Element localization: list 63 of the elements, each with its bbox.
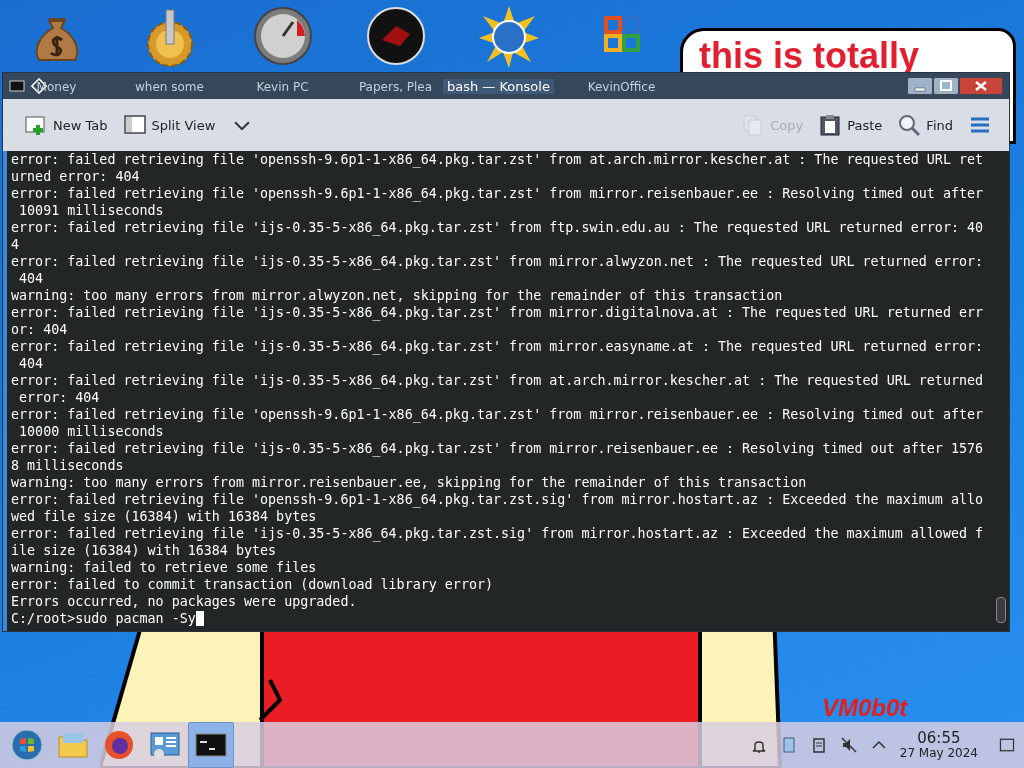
terminal-line: error: failed retrieving file 'ijs-0.35-5-x86_64.pkg.tar.zst' from ftp.swin.edu.au : The requested URL returned error: 40 — [11, 219, 985, 236]
terminal-line: 10091 milliseconds — [18, 202, 165, 219]
desktop-icon-label[interactable]: when some — [135, 80, 204, 94]
text-cursor — [195, 611, 204, 626]
terminal-line: 404 — [18, 355, 45, 372]
terminal-line: ile size (16384) with 16384 bytes — [11, 542, 278, 559]
terminal-line: error: failed retrieving file 'openssh-9.6p1-1-x86_64.pkg.tar.zst' from mirror.reisenbauer.ee : Resolving timed out after — [11, 185, 985, 202]
terminal-line: 10000 milliseconds — [18, 423, 165, 440]
window-title: bash — Konsole — [443, 78, 554, 94]
clock-date: 27 May 2024 — [899, 746, 978, 760]
note-text: this is totally — [699, 35, 921, 77]
split-view-icon — [123, 114, 146, 136]
clock-time: 06:55 — [917, 730, 961, 747]
clock[interactable]: 06:55 27 May 2024 — [899, 730, 978, 760]
signature-text: VM0b0t — [822, 694, 908, 722]
terminal-line: urned error: 404 — [11, 168, 141, 185]
terminal-icon — [9, 78, 25, 94]
find-icon — [898, 114, 921, 136]
new-tab-button[interactable]: New Tab — [19, 110, 114, 140]
taskbar-app-button[interactable] — [188, 722, 234, 768]
terminal-line: error: failed retrieving file 'ijs-0.35-5-x86_64.pkg.tar.zst' from mirror.reisenbauer.ee : Resolving timed out after 1576 — [11, 440, 985, 457]
find-button[interactable]: Find — [892, 110, 959, 140]
terminal-line: 404 — [18, 270, 45, 287]
terminal-line: Errors occurred, no packages were upgraded. — [11, 593, 358, 610]
gauge-icon[interactable] — [252, 6, 313, 68]
terminal-line: wed file size (16384) with 16384 bytes — [11, 508, 318, 525]
terminal-line: error: failed retrieving file 'openssh-9.6p1-1-x86_64.pkg.tar.zst' from at.arch.mirror.kescher.at : The requested URL ret — [11, 151, 985, 168]
sun-globe-icon[interactable] — [478, 6, 539, 68]
command-prompt: C:/root>sudo pacman -Sy — [11, 611, 196, 626]
terminal[interactable] — [3, 151, 1009, 631]
terminal-line: error: failed retrieving file 'openssh-9.6p1-1-x86_64.pkg.tar.zst' from mirror.reisenbauer.ee : Resolving timed out after — [11, 406, 985, 423]
terminal-line: error: failed retrieving file 'ijs-0.35-5-x86_64.pkg.tar.zst' from mirror.alwyzon.net : The requested URL returned error: — [11, 253, 985, 270]
desktop-icon-label[interactable]: KevinOffice — [587, 80, 656, 94]
terminal-line: error: failed to commit transaction (download library error) — [11, 576, 495, 593]
terminal-line: 8 milliseconds — [11, 457, 125, 474]
terminal-line: error: failed retrieving file 'ijs-0.35-5-x86_64.pkg.tar.zst' from at.arch.mirror.kescher.at : The requested URL returned — [11, 372, 985, 389]
terminal-line: warning: failed to retrieve some files — [11, 559, 318, 576]
paste-icon — [819, 114, 842, 136]
terminal-line: 4 — [11, 236, 21, 253]
start-icon — [11, 729, 43, 761]
maximize-button[interactable] — [933, 77, 959, 95]
terminal-line: error: failed retrieving file 'ijs-0.35-5-x86_64.pkg.tar.zst' from mirror.easyname.at : The requested URL returned error: — [11, 338, 985, 355]
new-tab-icon — [25, 114, 47, 136]
desktop-icon-label[interactable]: Kevin PC — [256, 80, 309, 94]
terminal-line: warning: too many errors from mirror.reisenbauer.ee, skipping for the remainder of this transaction — [11, 474, 808, 491]
terminal-line: or: 404 — [11, 321, 69, 338]
muted-speaker-icon[interactable] — [839, 736, 858, 754]
show-desktop-icon[interactable] — [998, 736, 1016, 754]
terminal-line: error: failed retrieving file 'ijs-0.35-5-x86_64.pkg.tar.zst.sig' from mirror.hostart.az : Exceeded the maximum allowed f — [11, 525, 985, 542]
terminal-line: warning: too many errors from mirror.alwyzon.net, skipping for the remainder of this transaction — [11, 287, 784, 304]
dark-disc-icon[interactable] — [365, 6, 426, 68]
desktop-icon-label[interactable]: Papers, Plea — [358, 80, 433, 94]
firefox-icon — [103, 729, 135, 761]
minimize-button[interactable] — [907, 77, 933, 95]
scrollbar-thumb[interactable] — [996, 597, 1006, 623]
terminal-line: error: 404 — [18, 389, 101, 406]
close-button[interactable] — [959, 77, 1003, 95]
terminal-line: error: failed retrieving file 'ijs-0.35-5-x86_64.pkg.tar.zst' from mirror.digitalnova.at : The requested URL returned err — [11, 304, 985, 321]
settings-icon — [149, 729, 181, 761]
paste-button[interactable]: Paste — [813, 110, 889, 140]
terminal-line: error: failed retrieving file 'openssh-9.6p1-1-x86_64.pkg.tar.zst.sig' from mirror.hostart.az : Exceeded the maximum allo — [11, 491, 985, 508]
split-view-button[interactable]: Split View — [117, 110, 222, 140]
copy-icon — [742, 114, 765, 136]
